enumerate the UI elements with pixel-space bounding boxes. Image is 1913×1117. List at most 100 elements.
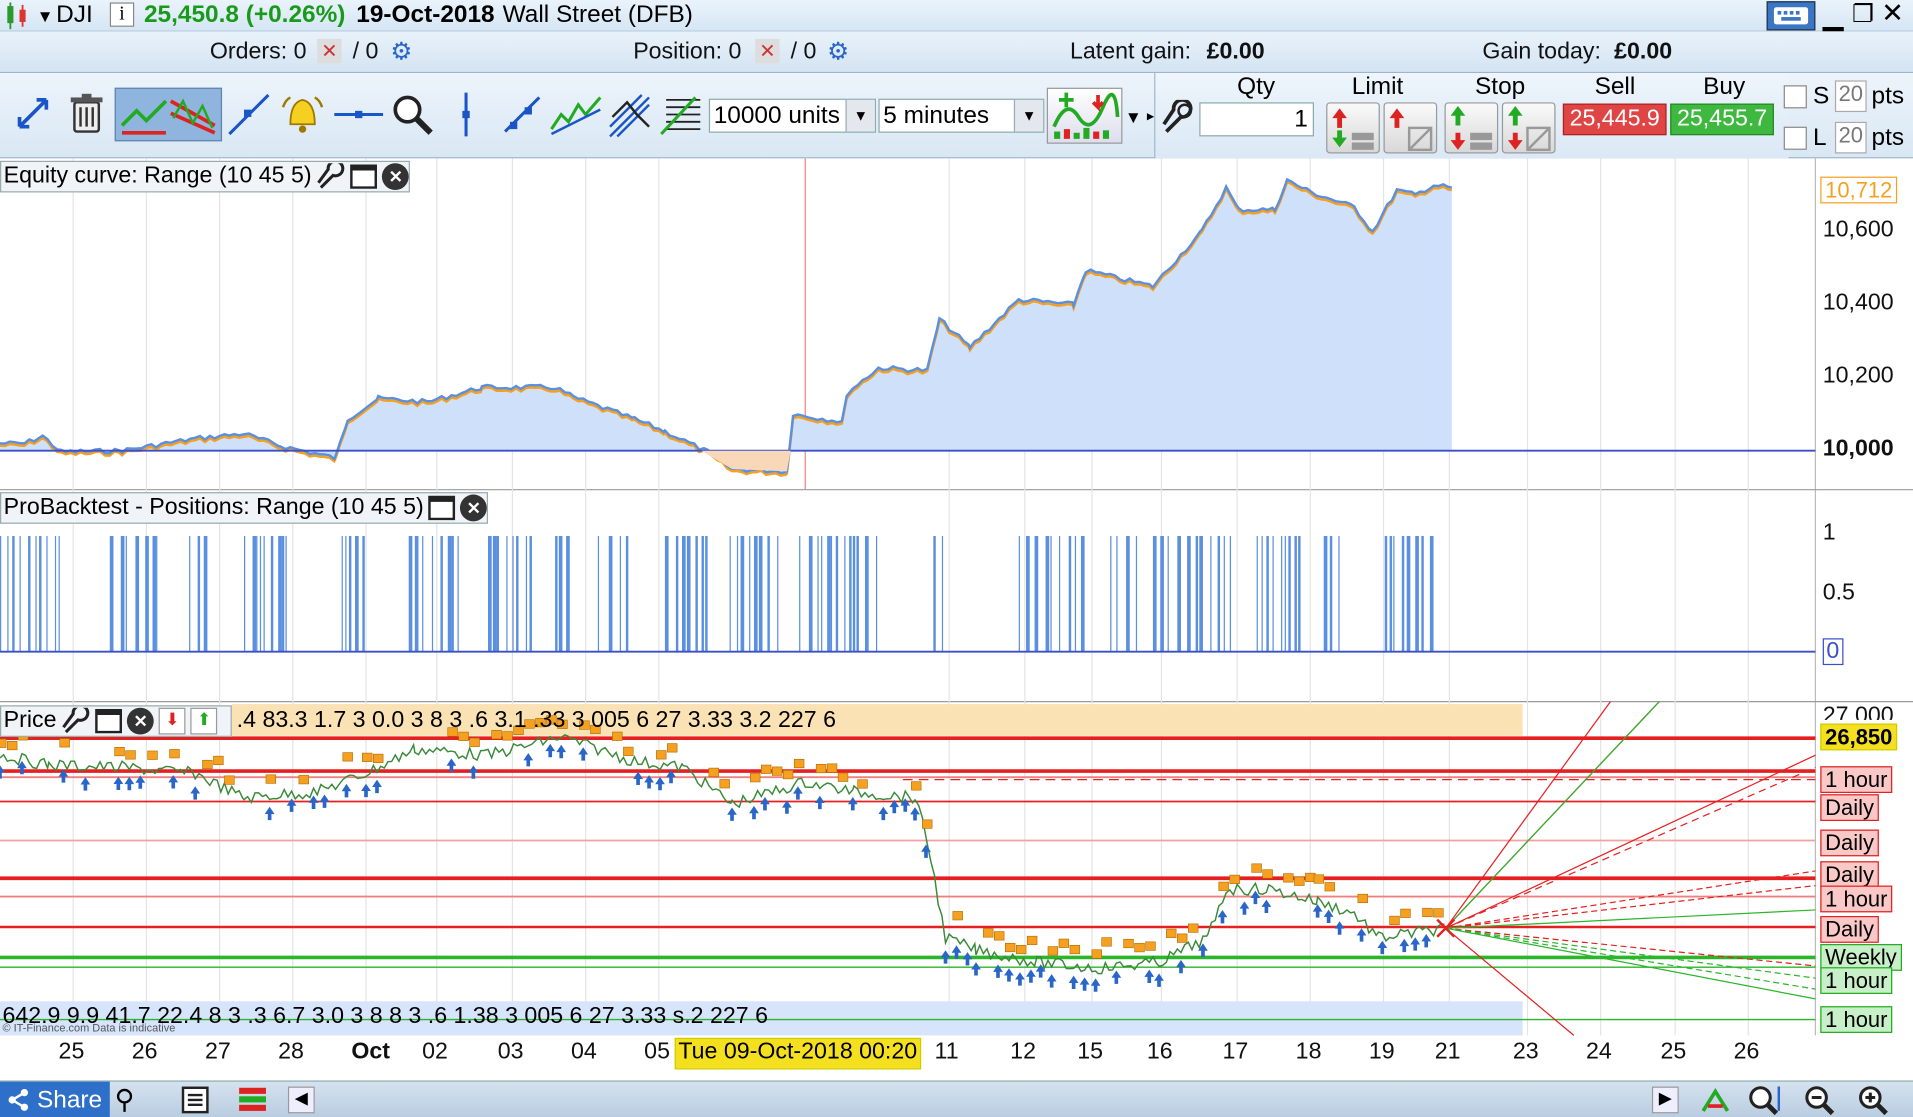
position-bar [189,535,191,652]
trendline-icon[interactable] [120,94,169,135]
zoom-fit-icon[interactable] [1747,1084,1784,1116]
wrench-icon[interactable] [317,163,346,190]
limit-pts-input[interactable]: 20 [1834,121,1867,154]
maximize-icon[interactable]: ❐ [1852,0,1874,29]
close-icon[interactable]: ✕ [460,494,488,522]
pan-tool-icon[interactable] [1698,1084,1732,1116]
sell-marker [994,931,1005,941]
position-bar [1421,535,1424,652]
position-bar [35,535,37,652]
buy-button[interactable]: 25,455.7 [1670,103,1774,136]
qty-input[interactable] [1199,102,1314,137]
qty-label: Qty [1237,73,1276,100]
measure-tool-icon[interactable]: ⚲ [115,1084,135,1116]
toolbar-overflow-icon[interactable]: ▸ [1147,107,1154,124]
scroll-left-icon[interactable]: ◀ [287,1086,315,1114]
position-bar [281,535,285,652]
window-icon[interactable] [428,495,456,521]
window-icon[interactable] [350,164,378,189]
position-bar [849,535,852,652]
title-bar: ▼ DJI i 25,450.8 (+0.26%) 19-Oct-2018 Wa… [0,0,1913,32]
bars-icon[interactable] [237,1085,269,1114]
position-bar [1261,535,1263,652]
limit-sell-button[interactable] [1383,102,1438,154]
position-pending: / 0 [790,38,817,65]
expand-arrows-icon[interactable] [15,95,52,132]
wrench-icon[interactable] [61,707,90,735]
candlestick-icon[interactable] [2,2,31,30]
units-select[interactable]: 10000 units ▼ [708,98,876,133]
close-icon[interactable]: ✕ [382,163,410,191]
buy-label: Buy [1703,73,1746,100]
keyboard-icon[interactable] [1766,1,1816,31]
x-axis-label: 26 [131,1039,158,1065]
position-bar [1018,535,1020,652]
close-position-icon[interactable]: ✕ [755,38,780,64]
close-window-icon[interactable]: ✕ [1881,0,1903,29]
trash-icon[interactable] [68,93,105,134]
price-panel-title: Price ✕ ⬇ ⬆ [0,705,232,737]
chevron-down-icon[interactable]: ▼ [845,99,875,132]
sell-button[interactable]: 25,445.9 [1562,103,1667,136]
stop-checkbox[interactable] [1783,85,1807,109]
stop-pts-input[interactable]: 20 [1834,80,1867,113]
position-bar [152,535,157,652]
timeframe-select[interactable]: 5 minutes ▼ [878,98,1045,133]
symbol-label[interactable]: DJI [56,1,93,29]
limit-checkbox[interactable] [1783,126,1807,150]
orders-gear-icon[interactable]: ⚙ [390,37,412,67]
price-tag-1hour: 1 hour [1820,885,1893,913]
latent-gain-label: Latent gain: [1069,38,1192,65]
position-gear-icon[interactable]: ⚙ [827,37,849,67]
position-bar [451,535,454,652]
info-icon[interactable]: i [109,2,135,27]
sell-marker [0,738,7,748]
report-icon[interactable] [181,1085,210,1114]
quote-date: 19-Oct-2018 [356,1,495,29]
alert-bell-icon[interactable] [281,93,325,137]
wrench-icon[interactable] [1159,99,1196,137]
horizontal-line-icon[interactable] [332,97,386,131]
stop-buy-button[interactable] [1444,102,1499,154]
x-axis-label: 19 [1368,1039,1395,1065]
position-bar [1058,535,1061,652]
sell-marker [1188,923,1199,933]
limit-buy-button[interactable] [1326,102,1380,154]
fibonacci-icon[interactable] [659,93,703,137]
minimize-icon[interactable]: ▁ [1823,0,1844,32]
sell-arrow-icon[interactable]: ⬇ [158,707,186,735]
x-axis-label: 05 [644,1039,670,1065]
ray-tool-icon[interactable] [500,93,544,137]
indicators-button[interactable] [1046,87,1123,144]
window-icon[interactable] [95,708,123,734]
price-line-tool-icon[interactable] [549,93,603,137]
limit-sell-icon [1389,108,1433,152]
vertical-line-icon[interactable] [454,90,478,139]
indicators-dropdown-icon[interactable]: ▼ [1125,107,1142,126]
close-icon[interactable]: ✕ [127,707,155,735]
position-bar [1217,535,1221,652]
equity-tick: 10,400 [1822,289,1894,316]
share-button[interactable]: Share [0,1081,110,1117]
zoom-in-icon[interactable] [1857,1084,1891,1116]
symbol-dropdown-icon[interactable]: ▼ [37,6,54,25]
zoom-magnifier-icon[interactable] [390,93,434,137]
limit-short-label: L [1812,124,1827,152]
line-tool-icon[interactable] [227,93,271,137]
buy-arrow-icon[interactable]: ⬆ [190,707,218,735]
channel-icon[interactable] [168,94,217,135]
chart-canvas[interactable] [0,158,1913,1081]
x-axis-label: 18 [1295,1039,1322,1065]
sell-marker [1101,937,1112,947]
cancel-orders-icon[interactable]: ✕ [317,38,342,64]
chevron-down-icon[interactable]: ▼ [1013,99,1044,132]
position-bar [566,535,570,652]
position-bar [492,535,497,652]
stop-sell-button[interactable] [1501,102,1556,154]
zoom-out-icon[interactable] [1803,1084,1837,1116]
position-bar [827,535,831,652]
scroll-right-icon[interactable]: ▶ [1651,1086,1679,1114]
position-bar [516,535,519,652]
fork-tool-icon[interactable] [608,90,652,139]
gain-today-label: Gain today: [1482,38,1601,65]
